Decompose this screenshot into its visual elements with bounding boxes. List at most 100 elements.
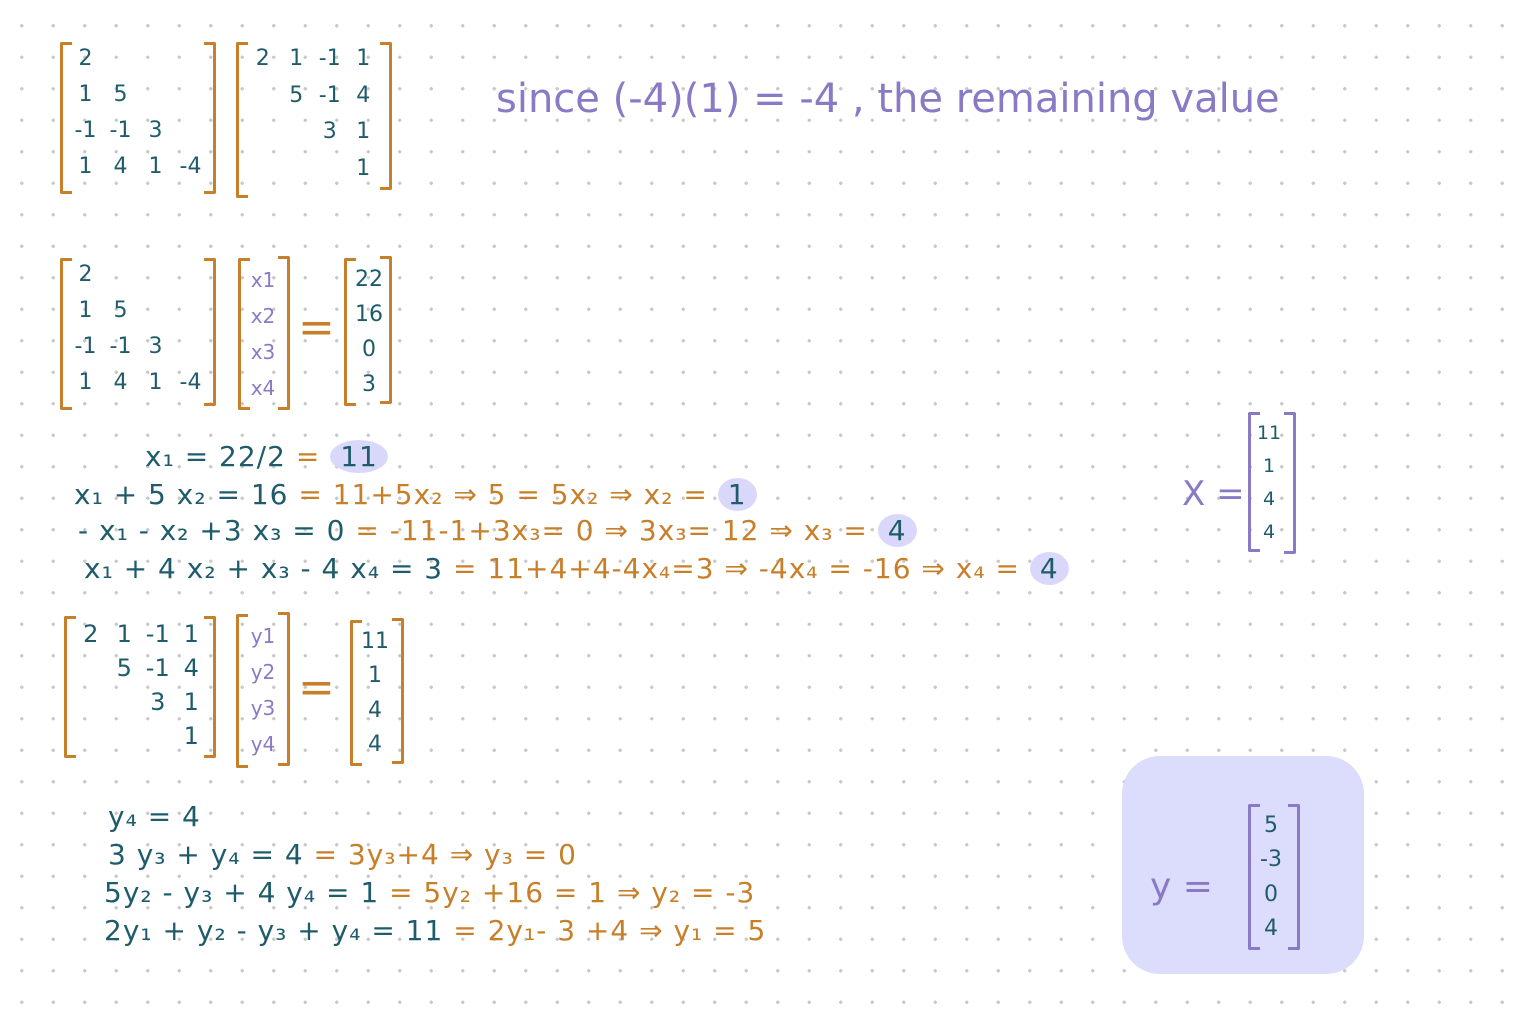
matrix-U-second-cell: 1	[183, 722, 199, 750]
matrix-L-top-cell	[173, 82, 208, 118]
y-result-entry: 4	[1264, 916, 1278, 942]
x4-result-highlight: 4	[1029, 552, 1069, 585]
back-line-3: 5y₂ - y₃ + 4 y₄ = 1 = 5y₂ +16 = 1 ⇒ y₂ =…	[104, 876, 756, 909]
note-text: since (-4)(1) = -4 , the remaining value	[496, 76, 1280, 122]
matrix-L-second-cell	[173, 262, 208, 298]
forward-line-3: - x₁ - x₂ +3 x₃ = 0 = -11-1+3x₃= 0 ⇒ 3x₃…	[78, 514, 917, 547]
matrix-L-top-cell: 2	[78, 46, 93, 71]
matrix-L-top-cell: 3	[148, 118, 163, 143]
matrix-L-top: 2 1 5 -1 -1 3 1 4 1 -4	[68, 46, 208, 190]
matrix-L-top-cell	[173, 46, 208, 82]
matrix-L-second-cell	[173, 334, 208, 370]
back-line-4: 2y₁ + y₂ - y₃ + y₄ = 11 = 2y₁- 3 +4 ⇒ y₁…	[104, 914, 767, 947]
x-variable-entry: x2	[250, 304, 276, 328]
x-rhs-entry: 4	[368, 732, 382, 758]
x-result-label: X =	[1182, 474, 1245, 514]
y-vector-right-bracket	[278, 612, 290, 766]
y-result-entry: 5	[1264, 812, 1278, 838]
matrix-U-second: 2 1 -1 1 5 -1 4 3 1 1	[74, 620, 208, 756]
y-variable-entry: y3	[250, 696, 276, 720]
forward-line-2: x₁ + 5 x₂ = 16 = 11+5x₂ ⇒ 5 = 5x₂ ⇒ x₂ =…	[74, 478, 757, 511]
x2-result-highlight: 1	[717, 478, 757, 511]
matrix-L-top-right-bracket	[204, 42, 216, 194]
back-line-2: 3 y₃ + y₄ = 4 = 3y₃+4 ⇒ y₃ = 0	[108, 838, 577, 871]
x-result-entry: 4	[1262, 520, 1276, 543]
y-result-right-bracket	[1288, 804, 1300, 950]
y-variable-entry: y4	[250, 732, 276, 756]
matrix-L-top-cell	[138, 82, 173, 118]
matrix-U-second-cell	[74, 688, 108, 722]
matrix-U-second-cell: 2	[83, 620, 99, 648]
matrix-U-top-cell: 1	[356, 155, 371, 181]
x-variable-vector: x1 x2 x3 x4	[246, 262, 280, 406]
matrix-U-top-cell	[313, 156, 347, 193]
matrix-U-second-cell: 5	[116, 654, 132, 682]
x-variable-entry: x4	[250, 376, 276, 400]
x1-result-highlight: 11	[330, 440, 388, 473]
x-variable-entry: x1	[250, 268, 276, 292]
matrix-U-top-cell: 5	[289, 82, 304, 108]
equals-sign-1: =	[298, 302, 335, 353]
matrix-U-second-cell	[108, 722, 142, 756]
matrix-L-top-cell: -1	[109, 118, 132, 143]
matrix-L-second-cell: 1	[78, 370, 93, 395]
matrix-L-second-cell: -4	[179, 370, 202, 395]
matrix-L-second-cell: 5	[113, 298, 128, 323]
x-rhs-entry: 4	[368, 697, 382, 723]
y-result-highlight-box	[1122, 756, 1364, 974]
y-result-label: y =	[1150, 866, 1213, 907]
forward-line-4: x₁ + 4 x₂ + x₃ - 4 x₄ = 3 = 11+4+4-4x₄=3…	[84, 552, 1069, 585]
matrix-L-second-cell	[173, 298, 208, 334]
matrix-U-top-cell	[246, 83, 280, 120]
matrix-U-top-right-bracket	[380, 42, 392, 190]
matrix-L-second-cell: 1	[78, 298, 93, 323]
y-result-vector: 5 -3 0 4	[1254, 808, 1288, 946]
matrix-U-top: 2 1 -1 1 5 -1 4 3 1 1	[246, 46, 380, 192]
matrix-U-second-cell: -1	[145, 620, 170, 648]
matrix-U-second-cell: 1	[116, 620, 132, 648]
matrix-L-top-cell: 1	[78, 154, 93, 179]
matrix-U-top-cell: -1	[318, 82, 341, 108]
matrix-L-top-cell: -1	[74, 118, 97, 143]
x-rhs-entry: 11	[361, 628, 389, 654]
matrix-U-second-cell: -1	[145, 654, 170, 682]
x-result-entry: 1	[1262, 454, 1276, 477]
matrix-U-top-cell: 2	[255, 46, 270, 71]
matrix-L-top-cell: 1	[148, 154, 163, 179]
x-rhs-vector: 11 1 4 4	[356, 624, 394, 762]
matrix-L-second-cell	[103, 262, 138, 298]
matrix-L-top-cell: 5	[113, 82, 128, 107]
matrix-U-second-cell: 1	[183, 688, 199, 716]
matrix-L-second: 2 1 5 -1 -1 3 1 4 1 -4	[68, 262, 208, 406]
matrix-L-second-cell	[138, 298, 173, 334]
matrix-U-second-cell	[141, 722, 175, 756]
matrix-U-top-cell: -1	[318, 46, 341, 71]
matrix-L-top-cell	[103, 46, 138, 82]
matrix-L-second-cell: 3	[148, 334, 163, 359]
y-result-entry: 0	[1264, 881, 1278, 907]
y-variable-vector: y1 y2 y3 y4	[244, 618, 282, 762]
matrix-L-second-cell: -1	[74, 334, 97, 359]
matrix-L-second-cell: 4	[113, 370, 128, 395]
back-line-1: y₄ = 4	[108, 800, 201, 833]
matrix-U-second-cell: 4	[183, 654, 199, 682]
matrix-U-second-cell	[74, 722, 108, 756]
x-rhs-right-bracket	[392, 618, 404, 764]
matrix-U-top-cell	[246, 156, 280, 193]
matrix-U-top-cell: 1	[289, 46, 304, 71]
x-rhs-entry: 1	[368, 663, 382, 689]
matrix-U-top-cell: 1	[356, 46, 371, 71]
matrix-U-top-cell: 3	[322, 119, 337, 144]
x-result-entry: 4	[1262, 487, 1276, 510]
b-vector-right-bracket	[380, 256, 392, 404]
x-variable-entry: x3	[250, 340, 276, 364]
matrix-L-second-cell: 2	[78, 262, 93, 287]
matrix-L-top-cell: 4	[113, 154, 128, 179]
matrix-L-top-cell	[138, 46, 173, 82]
matrix-L-second-cell: -1	[109, 334, 132, 359]
matrix-L-top-cell: 1	[78, 82, 93, 107]
matrix-U-second-cell: 1	[183, 620, 199, 648]
y-variable-entry: y2	[250, 660, 276, 684]
x3-result-highlight: 4	[877, 514, 917, 547]
matrix-L-top-cell	[173, 118, 208, 154]
